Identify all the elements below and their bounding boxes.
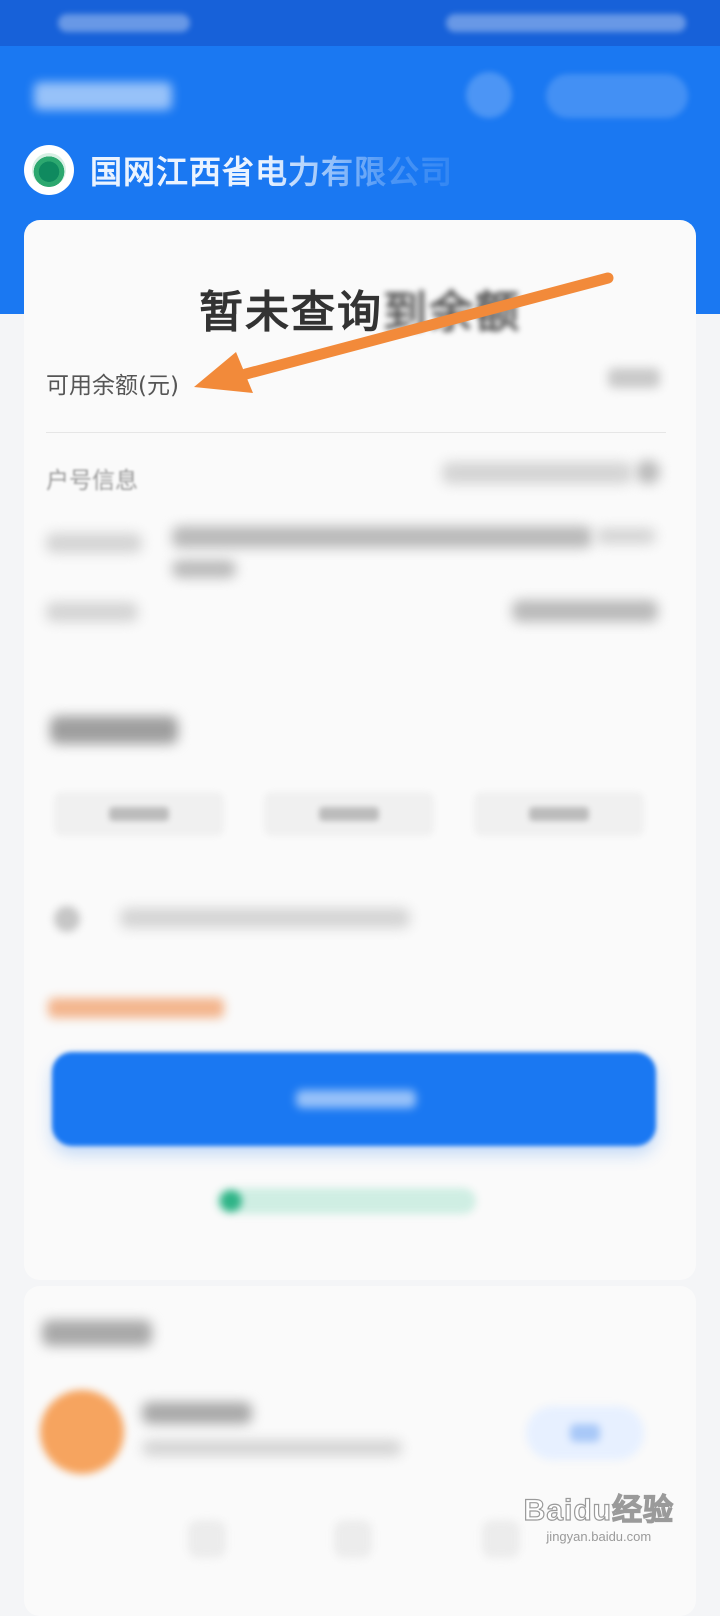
- watermark-main: Baidu经验: [523, 1494, 674, 1527]
- pointer-arrow-icon: [194, 272, 614, 393]
- watermark-sub: jingyan.baidu.com: [546, 1529, 652, 1544]
- baidu-watermark: Baidu经验 jingyan.baidu.com: [523, 1494, 674, 1544]
